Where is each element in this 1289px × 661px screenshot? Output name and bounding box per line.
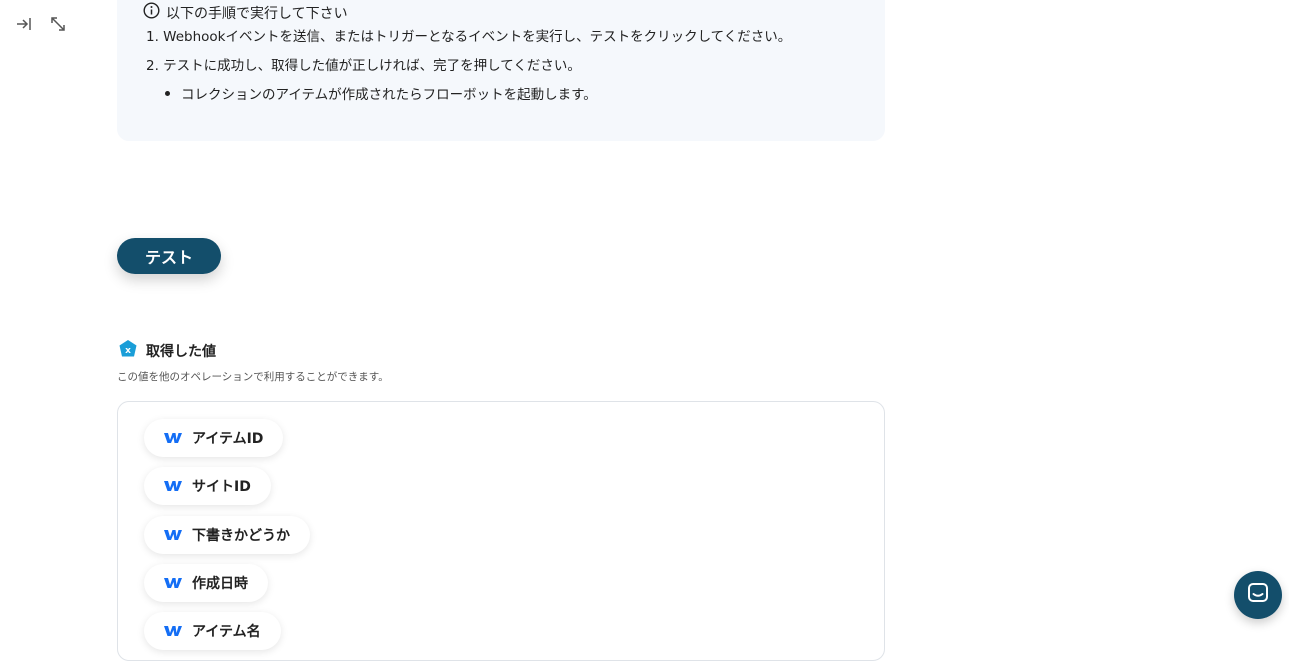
instruction-step-1: 1. Webhookイベントを送信、またはトリガーとなるイベントを実行し、テスト… xyxy=(146,29,792,45)
value-chip-label: アイテムID xyxy=(192,431,264,447)
instructions-box: 以下の手順で実行して下さい 1. Webhookイベントを送信、またはトリガーと… xyxy=(117,0,885,141)
value-chip-is-draft[interactable]: 下書きかどうか xyxy=(144,516,310,554)
top-toolbar xyxy=(14,14,68,34)
value-chip-site-id[interactable]: サイトID xyxy=(144,467,271,505)
value-chip-item-name[interactable]: アイテム名 xyxy=(144,612,281,650)
bullet-dot xyxy=(165,90,170,96)
webflow-icon xyxy=(164,529,182,541)
svg-text:x: x xyxy=(125,346,131,356)
test-button[interactable]: テスト xyxy=(117,238,221,274)
value-chip-label: 作成日時 xyxy=(192,576,248,592)
webflow-icon xyxy=(164,625,182,637)
value-chip-created-at[interactable]: 作成日時 xyxy=(144,564,268,602)
value-chip-label: アイテム名 xyxy=(192,624,261,640)
instructions-heading: 以下の手順で実行して下さい xyxy=(143,2,348,23)
info-icon xyxy=(143,2,160,23)
value-chip-item-id[interactable]: アイテムID xyxy=(144,419,284,457)
chat-launcher-button[interactable] xyxy=(1234,571,1282,619)
variable-icon: x xyxy=(118,339,138,363)
webflow-icon xyxy=(164,432,182,444)
values-section-title: x 取得した値 xyxy=(118,339,216,363)
values-section-description: この値を他のオペレーションで利用することができます。 xyxy=(117,371,389,383)
webflow-icon xyxy=(164,577,182,589)
values-section-title-text: 取得した値 xyxy=(146,344,216,360)
instruction-bullet: コレクションのアイテムが作成されたらフローボットを起動します。 xyxy=(165,83,597,103)
value-chip-label: サイトID xyxy=(192,479,251,495)
value-chip-label: 下書きかどうか xyxy=(192,528,290,544)
chat-icon xyxy=(1246,581,1270,609)
values-list: アイテムID サイトID 下書きかどうか 作成日時 アイテム名 xyxy=(117,401,885,661)
instruction-step-2: 2. テストに成功し、取得した値が正しければ、完了を押してください。 xyxy=(146,58,581,74)
instruction-bullet-text: コレクションのアイテムが作成されたらフローボットを起動します。 xyxy=(181,87,597,103)
instructions-heading-text: 以下の手順で実行して下さい xyxy=(166,5,348,22)
collapse-right-icon[interactable] xyxy=(14,14,34,34)
webflow-icon xyxy=(164,480,182,492)
expand-icon[interactable] xyxy=(48,14,68,34)
